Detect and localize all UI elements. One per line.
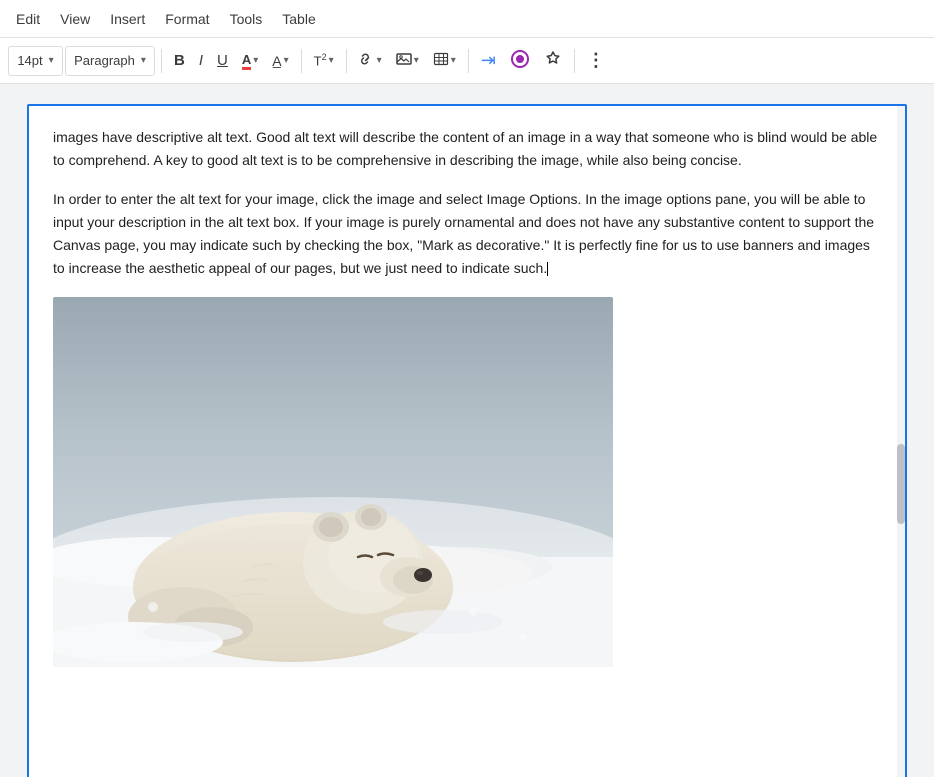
link-arrow: ▾ <box>377 55 382 66</box>
font-size-selector[interactable]: 14pt ▾ <box>8 46 63 76</box>
divider-5 <box>574 49 575 73</box>
circle-button[interactable] <box>504 45 536 76</box>
highlight-arrow: ▾ <box>284 55 289 66</box>
docs-icon: ⇥ <box>481 50 496 71</box>
insert-table-arrow: ▾ <box>451 55 456 66</box>
scrollbar-track <box>897 106 905 777</box>
menu-tools[interactable]: Tools <box>222 7 271 31</box>
divider-3 <box>346 49 347 73</box>
main-content-area: images have descriptive alt text. Good a… <box>0 84 934 777</box>
link-button[interactable]: ▾ <box>353 46 388 76</box>
bold-button[interactable]: B <box>168 46 191 76</box>
toolbar: 14pt ▾ Paragraph ▾ B I U A ▾ A̲ ▾ T2 ▾ <box>0 38 934 84</box>
menu-format[interactable]: Format <box>157 7 217 31</box>
bookmark-icon <box>544 50 562 71</box>
link-icon <box>359 51 375 70</box>
circle-icon <box>510 49 530 72</box>
insert-table-icon <box>433 51 449 70</box>
text-color-arrow: ▾ <box>253 55 258 66</box>
bookmark-button[interactable] <box>538 46 568 76</box>
paragraph-2: In order to enter the alt text for your … <box>53 188 881 280</box>
superscript-button[interactable]: T2 ▾ <box>308 46 340 76</box>
paragraph-style-value: Paragraph <box>74 53 135 68</box>
docs-button[interactable]: ⇥ <box>475 46 502 76</box>
superscript-arrow: ▾ <box>329 55 334 66</box>
scrollbar-thumb[interactable] <box>897 444 905 524</box>
highlight-icon: A̲ <box>272 53 281 69</box>
divider-1 <box>161 49 162 73</box>
menu-view[interactable]: View <box>52 7 98 31</box>
polar-bear-image[interactable] <box>53 297 613 667</box>
document-editor[interactable]: images have descriptive alt text. Good a… <box>27 104 907 777</box>
insert-image-button[interactable]: ▾ <box>390 46 425 76</box>
insert-table-button[interactable]: ▾ <box>427 46 462 76</box>
paragraph-1: images have descriptive alt text. Good a… <box>53 126 881 172</box>
text-color-button[interactable]: A ▾ <box>236 46 264 76</box>
paragraph-style-selector[interactable]: Paragraph ▾ <box>65 46 155 76</box>
highlight-button[interactable]: A̲ ▾ <box>266 46 294 76</box>
insert-image-icon <box>396 51 412 70</box>
paragraph-arrow: ▾ <box>141 55 146 66</box>
text-color-icon: A <box>242 52 251 70</box>
underline-button[interactable]: U <box>211 46 234 76</box>
menu-insert[interactable]: Insert <box>102 7 153 31</box>
divider-2 <box>301 49 302 73</box>
font-size-value: 14pt <box>17 53 42 68</box>
italic-button[interactable]: I <box>193 46 209 76</box>
text-cursor <box>547 262 548 276</box>
menu-edit[interactable]: Edit <box>8 7 48 31</box>
more-options-button[interactable]: ⋮ <box>581 46 612 76</box>
menu-bar: Edit View Insert Format Tools Table <box>0 0 934 38</box>
insert-image-arrow: ▾ <box>414 55 419 66</box>
menu-table[interactable]: Table <box>274 7 323 31</box>
divider-4 <box>468 49 469 73</box>
more-options-icon: ⋮ <box>587 50 606 71</box>
superscript-icon: T2 <box>314 52 327 68</box>
font-size-arrow: ▾ <box>49 55 54 66</box>
